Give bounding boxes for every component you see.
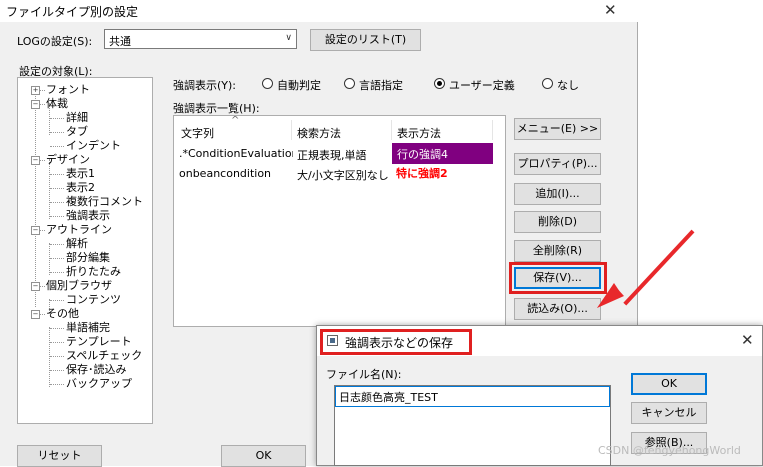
tree-toggle-icon[interactable]: − bbox=[31, 156, 40, 165]
tree-item[interactable]: デザイン bbox=[46, 153, 90, 167]
reset-button[interactable]: リセット bbox=[17, 445, 102, 467]
radio-label: ユーザー定義 bbox=[449, 79, 515, 92]
tree-item[interactable]: その他 bbox=[46, 307, 79, 321]
file-name-label: ファイル名(N): bbox=[326, 368, 402, 381]
tree-item[interactable]: 折りたたみ bbox=[66, 265, 121, 279]
tree-toggle-icon[interactable]: − bbox=[31, 226, 40, 235]
window-title: ファイルタイプ別の設定 bbox=[6, 5, 139, 19]
row1-string[interactable]: .*ConditionEvaluationI bbox=[179, 147, 293, 160]
file-name-input[interactable]: 日志颜色高亮_TEST bbox=[334, 385, 611, 466]
ok-button[interactable]: OK bbox=[221, 445, 306, 467]
settings-list-button[interactable]: 設定のリスト(T) bbox=[310, 29, 421, 51]
radio-label: 自動判定 bbox=[277, 79, 321, 92]
tree-item[interactable]: タブ bbox=[66, 125, 88, 139]
menu-button[interactable]: メニュー(E) >> bbox=[514, 118, 601, 140]
tree-item[interactable]: バックアップ bbox=[66, 377, 132, 391]
file-name-value[interactable]: 日志颜色高亮_TEST bbox=[335, 386, 610, 407]
radio-label: 言語指定 bbox=[359, 79, 403, 92]
tree-item[interactable]: インデント bbox=[66, 139, 121, 153]
tree-item[interactable]: 詳細 bbox=[66, 111, 88, 125]
tree-item[interactable]: 部分編集 bbox=[66, 251, 110, 265]
row1-display[interactable]: 行の強調4 bbox=[392, 143, 493, 164]
tree-item[interactable]: 解析 bbox=[66, 237, 88, 251]
column-header-method[interactable]: 検索方法 bbox=[297, 125, 341, 141]
title-bar: ファイルタイプ別の設定 ✕ bbox=[0, 0, 638, 22]
tree-item[interactable]: 表示2 bbox=[66, 181, 95, 195]
tree-item[interactable]: 保存･読込み bbox=[66, 363, 127, 377]
tree-item[interactable]: 個別ブラウザ bbox=[46, 279, 112, 293]
tree-item[interactable]: スペルチェック bbox=[66, 349, 142, 363]
row2-string[interactable]: onbeancondition bbox=[179, 167, 293, 180]
tree-item[interactable]: 強調表示 bbox=[66, 209, 110, 223]
close-icon[interactable]: ✕ bbox=[604, 1, 617, 19]
chevron-down-icon: ∨ bbox=[285, 33, 292, 43]
watermark: CSDN @fengyehongWorld bbox=[598, 444, 741, 457]
tree-item[interactable]: 単語補完 bbox=[66, 321, 110, 335]
tree-item[interactable]: 複数行コメント bbox=[66, 195, 143, 209]
radio-icon[interactable] bbox=[434, 78, 445, 89]
highlight-list[interactable]: ^ 文字列 検索方法 表示方法 .*ConditionEvaluationI 正… bbox=[173, 115, 506, 327]
radio-icon[interactable] bbox=[542, 78, 553, 89]
delete-all-button[interactable]: 全削除(R) bbox=[514, 240, 601, 262]
tree-item[interactable]: 体裁 bbox=[46, 97, 68, 111]
add-button[interactable]: 追加(I)... bbox=[514, 183, 601, 205]
radio-label: なし bbox=[557, 79, 579, 92]
dialog-title-highlight-box bbox=[320, 329, 472, 355]
tree-toggle-icon[interactable]: + bbox=[31, 86, 40, 95]
radio-icon[interactable] bbox=[262, 78, 273, 89]
log-settings-value: 共通 bbox=[109, 35, 131, 48]
delete-button[interactable]: 削除(D) bbox=[514, 211, 601, 233]
tree-item[interactable]: 表示1 bbox=[66, 167, 95, 181]
row1-method[interactable]: 正規表現,単語 bbox=[297, 147, 389, 163]
column-header-string[interactable]: 文字列 bbox=[181, 125, 214, 141]
close-icon[interactable]: ✕ bbox=[741, 331, 754, 349]
highlight-display-label: 強調表示(Y): bbox=[173, 79, 237, 92]
log-settings-label: LOGの設定(S): bbox=[17, 35, 93, 48]
tree-item[interactable]: アウトライン bbox=[46, 223, 112, 237]
row2-display[interactable]: 特に強調2 bbox=[396, 165, 448, 181]
sort-indicator-icon: ^ bbox=[231, 115, 240, 126]
tree-item[interactable]: コンテンツ bbox=[66, 293, 121, 307]
tree-toggle-icon[interactable]: − bbox=[31, 100, 40, 109]
tree-toggle-icon[interactable]: − bbox=[31, 282, 40, 291]
tree-item[interactable]: テンプレート bbox=[66, 335, 132, 349]
annotation-arrowhead-icon bbox=[597, 283, 624, 308]
tree-toggle-icon[interactable]: − bbox=[31, 310, 40, 319]
log-settings-combo[interactable]: 共通 ∨ bbox=[104, 29, 297, 49]
target-tree[interactable]: + フォント − 体裁 詳細 タブ インデント − デザイン 表示1 表示2 複数行コメント 強調表示 −… bbox=[17, 77, 153, 424]
row2-method[interactable]: 大/小文字区別なし bbox=[297, 167, 391, 183]
tree-item[interactable]: フォント bbox=[46, 83, 90, 97]
radio-icon[interactable] bbox=[344, 78, 355, 89]
properties-button[interactable]: プロパティ(P)... bbox=[514, 153, 601, 175]
dialog-ok-button[interactable]: OK bbox=[631, 373, 707, 395]
column-header-display[interactable]: 表示方法 bbox=[397, 125, 441, 141]
highlight-list-label: 強調表示一覧(H): bbox=[173, 102, 260, 115]
dialog-cancel-button[interactable]: キャンセル bbox=[631, 402, 707, 424]
